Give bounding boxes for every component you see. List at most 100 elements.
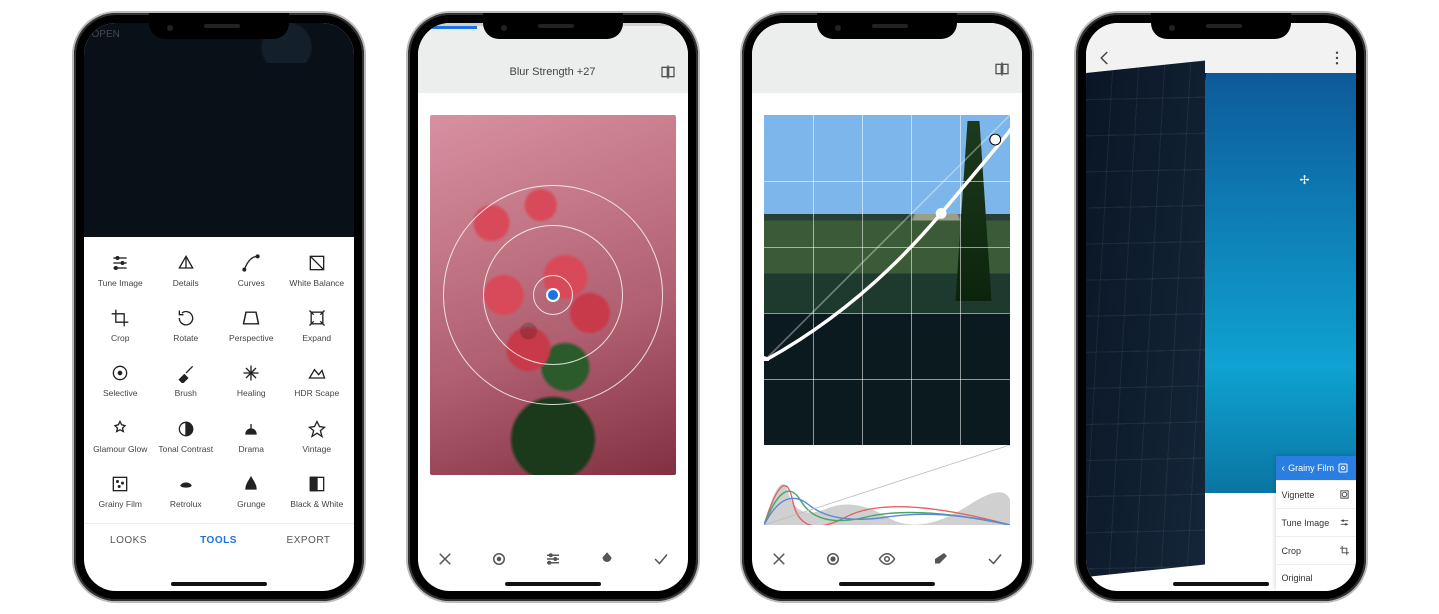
- brush-icon: [176, 363, 196, 383]
- cancel-icon[interactable]: [436, 550, 454, 568]
- selective-icon: [110, 363, 130, 383]
- phone-2-lens-blur: Blur Strength +27: [408, 13, 698, 601]
- tab-looks[interactable]: LOOKS: [84, 524, 174, 557]
- blur-shape-icon[interactable]: [490, 550, 508, 568]
- home-indicator[interactable]: [171, 582, 267, 586]
- stack-item-crop[interactable]: Crop: [1276, 536, 1356, 564]
- tool-drama[interactable]: Drama: [219, 413, 285, 468]
- details-icon: [176, 253, 196, 273]
- stack-item-vignette[interactable]: Vignette: [1276, 480, 1356, 508]
- image-canvas[interactable]: ✢: [1086, 73, 1356, 493]
- bw-icon: [307, 474, 327, 494]
- tool-glow[interactable]: Glamour Glow: [88, 413, 154, 468]
- slider-label: Blur Strength +27: [418, 66, 688, 78]
- retrolux-icon: [176, 474, 196, 494]
- tool-label: Expand: [302, 334, 331, 343]
- tonal-icon: [176, 419, 196, 439]
- curves-canvas[interactable]: [764, 115, 1010, 445]
- preview-image-dimmed: [84, 23, 354, 237]
- eraser-icon[interactable]: [932, 550, 950, 568]
- channel-luminance-icon[interactable]: [824, 550, 842, 568]
- back-icon[interactable]: [1096, 49, 1114, 67]
- tool-rotate[interactable]: Rotate: [153, 302, 219, 357]
- tool-brush[interactable]: Brush: [153, 357, 219, 412]
- apply-icon[interactable]: [986, 550, 1004, 568]
- tool-label: Selective: [103, 389, 138, 398]
- tool-curves[interactable]: Curves: [219, 247, 285, 302]
- tool-label: Drama: [238, 445, 264, 454]
- tool-label: Grainy Film: [99, 500, 142, 509]
- tool-healing[interactable]: Healing: [219, 357, 285, 412]
- stack-item-original[interactable]: Original: [1276, 564, 1356, 591]
- blur-center-point[interactable]: [546, 288, 560, 302]
- notch: [1151, 13, 1291, 39]
- vignette-icon: [1339, 489, 1350, 500]
- tool-selective[interactable]: Selective: [88, 357, 154, 412]
- tool-tonal[interactable]: Tonal Contrast: [153, 413, 219, 468]
- stack-item-grainy-film[interactable]: ‹ Grainy Film: [1276, 456, 1356, 480]
- tool-label: Glamour Glow: [93, 445, 147, 454]
- cancel-icon[interactable]: [770, 550, 788, 568]
- tool-label: HDR Scape: [294, 389, 339, 398]
- apply-icon[interactable]: [652, 550, 670, 568]
- curve-line[interactable]: [764, 115, 1010, 361]
- stack-item-tune-image[interactable]: Tune Image: [1276, 508, 1356, 536]
- glow-icon: [110, 419, 130, 439]
- tool-grainy[interactable]: Grainy Film: [88, 468, 154, 523]
- home-indicator[interactable]: [505, 582, 601, 586]
- chevron-left-icon: ‹: [1282, 463, 1285, 474]
- tool-wb[interactable]: White Balance: [284, 247, 350, 302]
- tool-hdr[interactable]: HDR Scape: [284, 357, 350, 412]
- building-shape: [1086, 61, 1205, 577]
- tool-crop[interactable]: Crop: [88, 302, 154, 357]
- tool-details[interactable]: Details: [153, 247, 219, 302]
- tab-tools[interactable]: TOOLS: [174, 524, 264, 557]
- vintage-icon: [307, 419, 327, 439]
- sliders-icon: [110, 253, 130, 273]
- wb-icon: [307, 253, 327, 273]
- grunge-icon: [241, 474, 261, 494]
- compare-icon[interactable]: [994, 61, 1010, 77]
- hdr-icon: [307, 363, 327, 383]
- grainy-icon: [110, 474, 130, 494]
- crop-icon: [110, 308, 130, 328]
- tool-sliders[interactable]: Tune Image: [88, 247, 154, 302]
- grainy-film-icon: [1337, 462, 1349, 474]
- bird-icon: ✢: [1299, 173, 1309, 187]
- notch: [817, 13, 957, 39]
- tool-perspective[interactable]: Perspective: [219, 302, 285, 357]
- tool-expand[interactable]: Expand: [284, 302, 350, 357]
- curves-toolbar: [752, 539, 1022, 579]
- invert-icon[interactable]: [598, 550, 616, 568]
- drama-icon: [241, 419, 261, 439]
- tool-label: Perspective: [229, 334, 273, 343]
- tool-label: Healing: [237, 389, 266, 398]
- tool-vintage[interactable]: Vintage: [284, 413, 350, 468]
- edit-toolbar: [418, 539, 688, 579]
- tool-grunge[interactable]: Grunge: [219, 468, 285, 523]
- tab-export[interactable]: EXPORT: [264, 524, 354, 557]
- rotate-icon: [176, 308, 196, 328]
- slider-progress[interactable]: [418, 26, 477, 29]
- tool-label: Grunge: [237, 500, 265, 509]
- tool-label: Curves: [238, 279, 265, 288]
- open-button[interactable]: OPEN: [92, 29, 120, 40]
- tool-label: Tune Image: [98, 279, 143, 288]
- more-icon[interactable]: [1328, 49, 1346, 67]
- adjust-icon[interactable]: [544, 550, 562, 568]
- channel-visible-icon[interactable]: [878, 550, 896, 568]
- edit-canvas[interactable]: [430, 115, 676, 475]
- tool-bw[interactable]: Black & White: [284, 468, 350, 523]
- healing-icon: [241, 363, 261, 383]
- tool-label: Rotate: [173, 334, 198, 343]
- tool-label: Brush: [175, 389, 197, 398]
- tool-label: White Balance: [289, 279, 344, 288]
- home-indicator[interactable]: [839, 582, 935, 586]
- phone-1-tools-menu: OPEN Tune Image Details Curves White Balanc…: [74, 13, 364, 601]
- histogram: [764, 445, 1010, 525]
- home-indicator[interactable]: [1173, 582, 1269, 586]
- tool-label: Black & White: [290, 500, 343, 509]
- edit-stack-panel: ‹ Grainy Film Vignette Tune Image Crop O…: [1276, 456, 1356, 591]
- compare-icon[interactable]: [660, 64, 676, 80]
- tool-retrolux[interactable]: Retrolux: [153, 468, 219, 523]
